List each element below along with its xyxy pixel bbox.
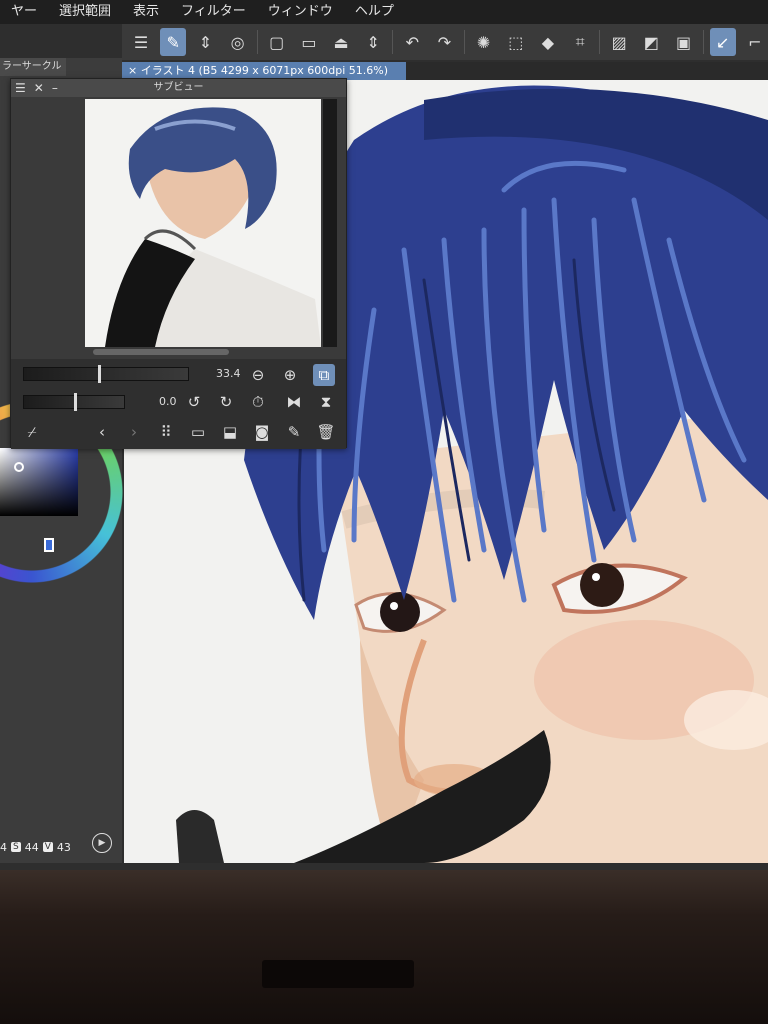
new-file-icon[interactable]: ▢ [264,28,290,56]
zoom-slider-knob[interactable] [97,365,101,383]
camera-icon[interactable]: ◙ [251,421,273,443]
open-folder-icon[interactable]: ▭ [187,421,209,443]
bezel-slot [262,960,414,988]
subview-titlebar[interactable]: サブビュー ☰ ✕ – [11,79,346,97]
minimize-icon[interactable]: – [48,81,62,95]
zoom-slider[interactable] [23,365,189,383]
separator [392,30,394,54]
reset-rotation-icon[interactable]: ⏱ [247,391,269,413]
fit-view-icon[interactable]: ⧉ [313,364,335,386]
undo-icon[interactable]: ↶ [399,28,425,56]
separator [463,30,465,54]
menu-selection[interactable]: 選択範囲 [48,0,122,24]
invert-select-icon[interactable]: ◩ [638,28,664,56]
close-icon[interactable]: ✕ [30,81,48,95]
zoom-value: 33.4 [216,367,241,380]
eyedropper-icon[interactable]: ⌿ [21,421,43,443]
fill-icon[interactable]: ◆ [535,28,561,56]
trash-icon[interactable]: 🗑 [315,421,337,443]
saturation-value-square[interactable] [0,448,78,516]
horizontal-scrollbar[interactable] [93,349,229,355]
zoom-out-icon[interactable]: ⊖ [247,364,269,386]
import-image-icon[interactable]: ⬓ [219,421,241,443]
menu-bar: ヤー 選択範囲 表示 フィルター ウィンドウ ヘルプ [0,0,768,24]
device-bezel [0,870,768,1024]
screen: ヤー 選択範囲 表示 フィルター ウィンドウ ヘルプ ☰ ✎ ⇕ ◎ ▢ ▭ ⏏… [0,0,768,870]
deselect-icon[interactable]: ▨ [606,28,632,56]
hue-value: 4 [0,840,7,854]
separator [256,30,258,54]
next-image-icon[interactable]: › [123,421,145,443]
menu-view[interactable]: 表示 [122,0,170,24]
rotation-value: 0.0 [159,395,177,408]
pen-tool-icon[interactable]: ✎ [160,28,187,56]
previous-image-icon[interactable]: ‹ [91,421,113,443]
updown-icon[interactable]: ⇕ [192,28,218,56]
menu-layer[interactable]: ヤー [0,0,48,24]
v-badge: V [42,842,53,852]
grid-view-icon[interactable]: ⠿ [155,421,177,443]
rotation-slider-knob[interactable] [74,393,77,411]
swirl-icon[interactable]: ◎ [225,28,251,56]
image-filmstrip[interactable] [323,99,337,347]
flip-vertical-icon[interactable]: ⧗ [315,391,337,413]
dotted-select-icon[interactable]: ⬚ [503,28,529,56]
select-frame-icon[interactable]: ▣ [671,28,697,56]
brightness-value: 43 [56,840,71,854]
command-bar: ☰ ✎ ⇕ ◎ ▢ ▭ ⏏ ⇕ ↶ ↷ ✺ ⬚ ◆ ⌗ ▨ ◩ ▣ ↙ ⌐ [122,24,768,60]
crop-icon[interactable]: ⌗ [567,28,593,56]
hamburger-menu-icon[interactable]: ☰ [128,28,154,56]
menu-help[interactable]: ヘルプ [344,0,405,24]
s-badge: S [11,842,21,852]
hsv-values: 4 S 44 V 43 [0,838,71,856]
redo-icon[interactable]: ↷ [431,28,457,56]
separator [599,30,601,54]
save-icon[interactable]: ⏏ [328,28,354,56]
loading-icon[interactable]: ✺ [471,28,497,56]
flip-horizontal-icon[interactable]: ⧓ [283,391,305,413]
saturation-value: 44 [24,840,39,854]
menu-window[interactable]: ウィンドウ [257,0,344,24]
subview-controls: 33.4 ⊖ ⊕ ⧉ 0.0 ↺ ↻ ⏱ ⧓ ⧗ ⌿ ‹ › ⠿ ▭ ⬓ ◙ ✎… [11,359,346,449]
separator [702,30,704,54]
ladle-icon[interactable]: ⌐ [742,28,768,56]
rotation-slider[interactable] [23,393,125,411]
zoom-in-icon[interactable]: ⊕ [279,364,301,386]
updown-icon-2[interactable]: ⇕ [360,28,386,56]
menu-filter[interactable]: フィルター [170,0,257,24]
play-icon[interactable]: ▶ [92,833,112,853]
sv-picker-knob[interactable] [14,462,24,472]
hamburger-menu-icon[interactable]: ☰ [11,81,30,95]
reference-image [85,99,321,347]
edit-icon[interactable]: ✎ [283,421,305,443]
color-circle-title: ラーサークル [0,58,66,76]
subview-palette: サブビュー ☰ ✕ – 33.4 ⊖ ⊕ ⧉ 0.0 ↺ ↻ ⏱ ⧓ ⧗ ⌿ ‹… [10,78,347,449]
rotate-left-icon[interactable]: ↺ [183,391,205,413]
open-folder-icon[interactable]: ▭ [296,28,322,56]
hue-picker-knob[interactable] [44,538,54,552]
tab-strip [406,62,768,80]
rotate-right-icon[interactable]: ↻ [215,391,237,413]
brush-arrow-icon[interactable]: ↙ [709,28,736,56]
